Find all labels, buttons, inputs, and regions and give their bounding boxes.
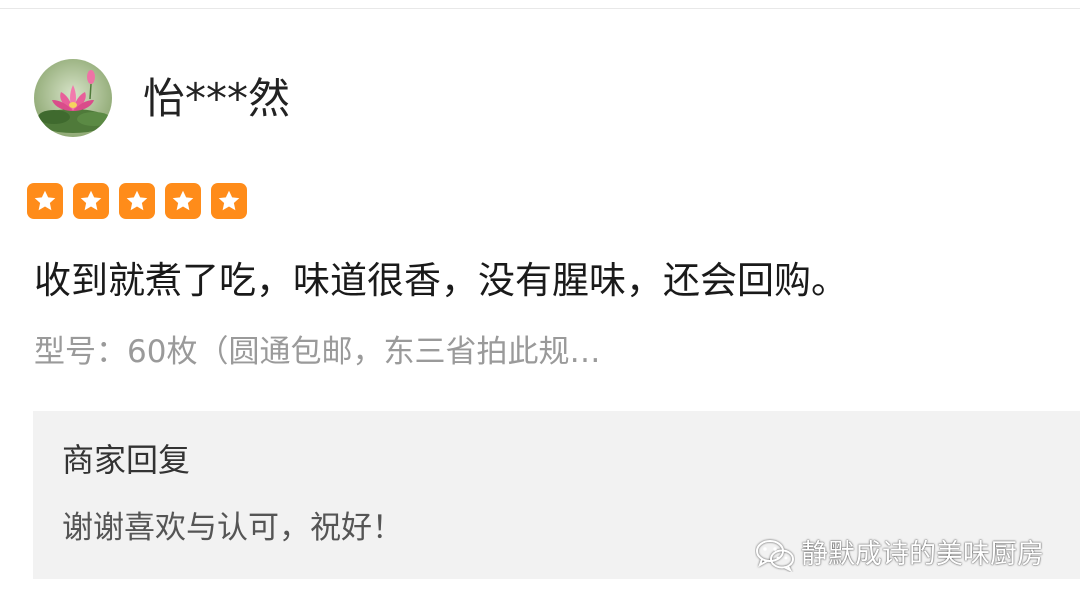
product-model[interactable]: 型号：60枚（圆通包邮，东三省拍此规… xyxy=(34,330,600,374)
star-icon xyxy=(27,183,63,219)
star-icon xyxy=(211,183,247,219)
watermark-text: 静默成诗的美味厨房 xyxy=(801,539,1044,570)
merchant-reply-title: 商家回复 xyxy=(62,441,191,479)
star-icon xyxy=(165,183,201,219)
lotus-avatar-icon xyxy=(34,59,112,137)
star-rating xyxy=(27,183,247,219)
star-icon xyxy=(119,183,155,219)
username: 怡***然 xyxy=(143,74,291,123)
wechat-icon xyxy=(756,540,794,572)
top-divider xyxy=(0,8,1080,9)
avatar[interactable] xyxy=(34,59,112,137)
merchant-reply-text: 谢谢喜欢与认可，祝好！ xyxy=(62,510,403,546)
watermark: 静默成诗的美味厨房 xyxy=(755,536,1044,574)
review-page: 怡***然 收到就煮了吃，味道很香，没有腥味，还会回购。 型号：60枚（圆通包邮… xyxy=(0,0,1080,603)
review-text: 收到就煮了吃，味道很香，没有腥味，还会回购。 xyxy=(34,259,848,302)
star-icon xyxy=(73,183,109,219)
